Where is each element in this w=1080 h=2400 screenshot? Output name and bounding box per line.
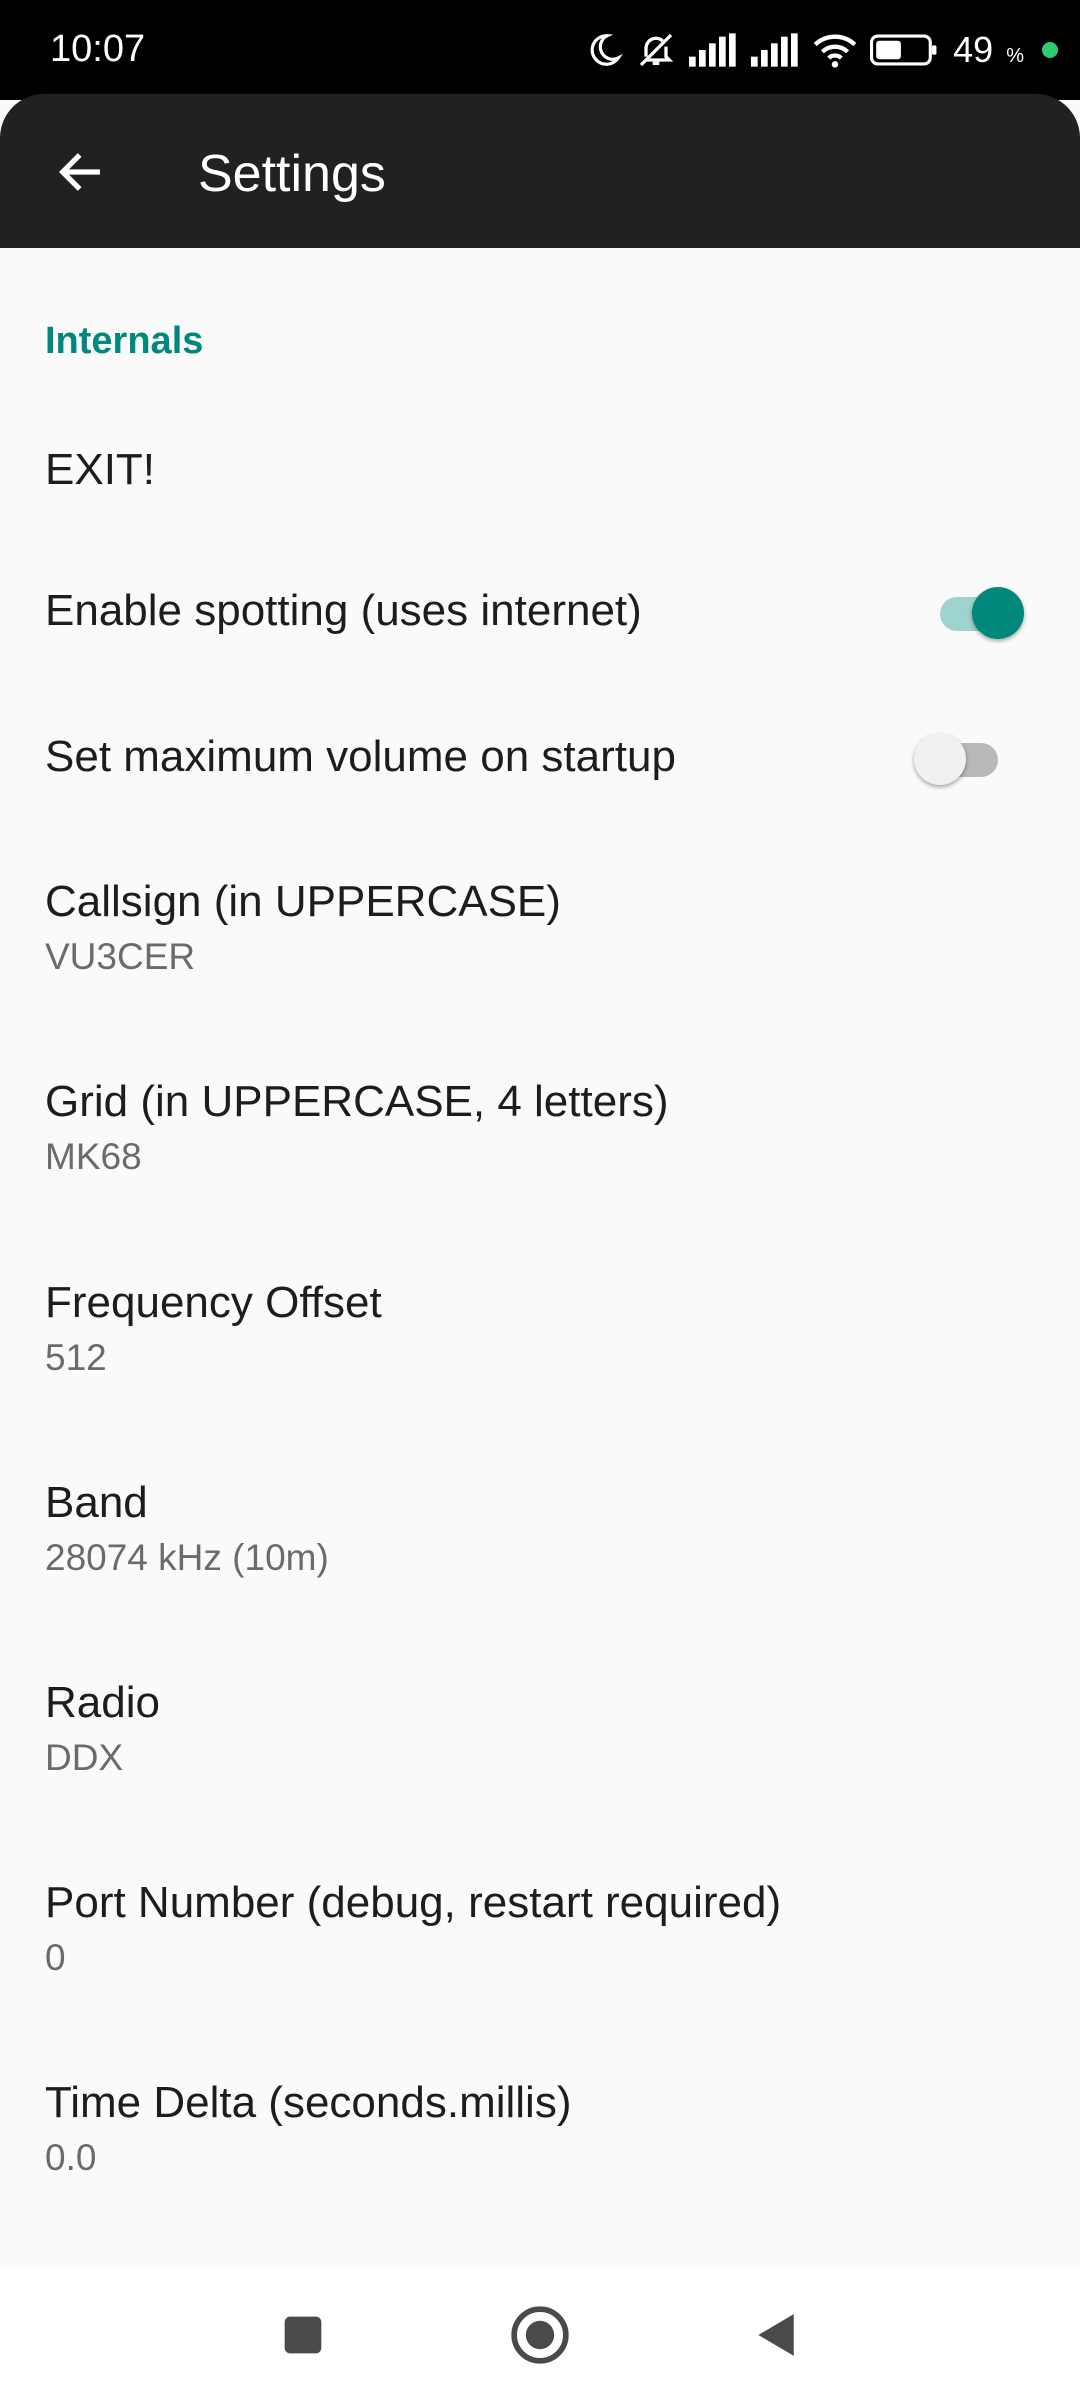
status-time: 10:07 bbox=[50, 28, 146, 70]
pref-title: Grid (in UPPERCASE, 4 letters) bbox=[45, 1077, 669, 1126]
status-icons: 49% bbox=[585, 24, 1058, 76]
status-bar: 10:07 49% bbox=[0, 0, 1080, 100]
pref-title: Radio bbox=[45, 1678, 160, 1727]
battery-level: 49 bbox=[953, 29, 994, 70]
pref-time-delta[interactable]: Time Delta (seconds.millis) 0.0 bbox=[0, 2044, 1080, 2244]
max-volume-switch[interactable] bbox=[914, 727, 1004, 785]
pref-title: Callsign (in UPPERCASE) bbox=[45, 877, 561, 926]
signal-icon bbox=[751, 33, 801, 67]
recents-icon bbox=[281, 2313, 325, 2362]
app-bar: Settings bbox=[0, 94, 1080, 248]
pref-exit[interactable]: EXIT! bbox=[0, 408, 1080, 548]
battery-icon bbox=[869, 33, 939, 67]
pref-summary: DDX bbox=[45, 1737, 124, 1778]
pref-frequency-offset[interactable]: Frequency Offset 512 bbox=[0, 1244, 1080, 1444]
mute-icon bbox=[635, 30, 677, 70]
privacy-indicator-dot bbox=[1042, 42, 1058, 58]
pref-summary: 512 bbox=[45, 1337, 107, 1378]
pref-summary: MK68 bbox=[45, 1136, 142, 1177]
spotting-switch[interactable] bbox=[934, 581, 1024, 639]
switch-thumb bbox=[914, 733, 966, 785]
pref-title: Frequency Offset bbox=[45, 1278, 382, 1327]
back-button[interactable] bbox=[40, 134, 120, 214]
back-icon bbox=[753, 2310, 797, 2365]
navigation-bar bbox=[0, 2268, 1080, 2400]
signal-icon bbox=[689, 33, 739, 67]
pref-summary: 28074 kHz (10m) bbox=[45, 1537, 329, 1578]
category-title: Internals bbox=[45, 320, 204, 362]
pref-title: Set maximum volume on startup bbox=[45, 732, 676, 781]
recents-button[interactable] bbox=[268, 2302, 338, 2372]
pref-title: Band bbox=[45, 1478, 148, 1527]
pref-title: Port Number (debug, restart required) bbox=[45, 1878, 782, 1927]
pref-callsign[interactable]: Callsign (in UPPERCASE) VU3CER bbox=[0, 844, 1080, 1044]
pref-port-number[interactable]: Port Number (debug, restart required) 0 bbox=[0, 1844, 1080, 2044]
pref-summary: VU3CER bbox=[45, 936, 196, 977]
pref-title: Enable spotting (uses internet) bbox=[45, 586, 642, 635]
pref-max-volume[interactable]: Set maximum volume on startup bbox=[0, 696, 1080, 844]
pref-grid[interactable]: Grid (in UPPERCASE, 4 letters) MK68 bbox=[0, 1044, 1080, 1244]
pref-title: EXIT! bbox=[45, 445, 156, 494]
wifi-icon bbox=[813, 32, 857, 68]
pref-enable-spotting[interactable]: Enable spotting (uses internet) bbox=[0, 548, 1080, 696]
page-title: Settings bbox=[198, 145, 386, 203]
pref-summary: 0 bbox=[45, 1937, 66, 1978]
home-icon bbox=[509, 2304, 571, 2371]
pref-band[interactable]: Band 28074 kHz (10m) bbox=[0, 1444, 1080, 1644]
pref-title: Time Delta (seconds.millis) bbox=[45, 2078, 572, 2127]
arrow-left-icon bbox=[54, 146, 106, 203]
home-button[interactable] bbox=[505, 2302, 575, 2372]
pref-summary: 0.0 bbox=[45, 2137, 97, 2178]
nav-back-button[interactable] bbox=[740, 2302, 810, 2372]
switch-thumb bbox=[972, 587, 1024, 639]
moon-icon bbox=[585, 31, 624, 69]
pref-radio[interactable]: Radio DDX bbox=[0, 1644, 1080, 1844]
battery-unit: % bbox=[1006, 44, 1024, 67]
